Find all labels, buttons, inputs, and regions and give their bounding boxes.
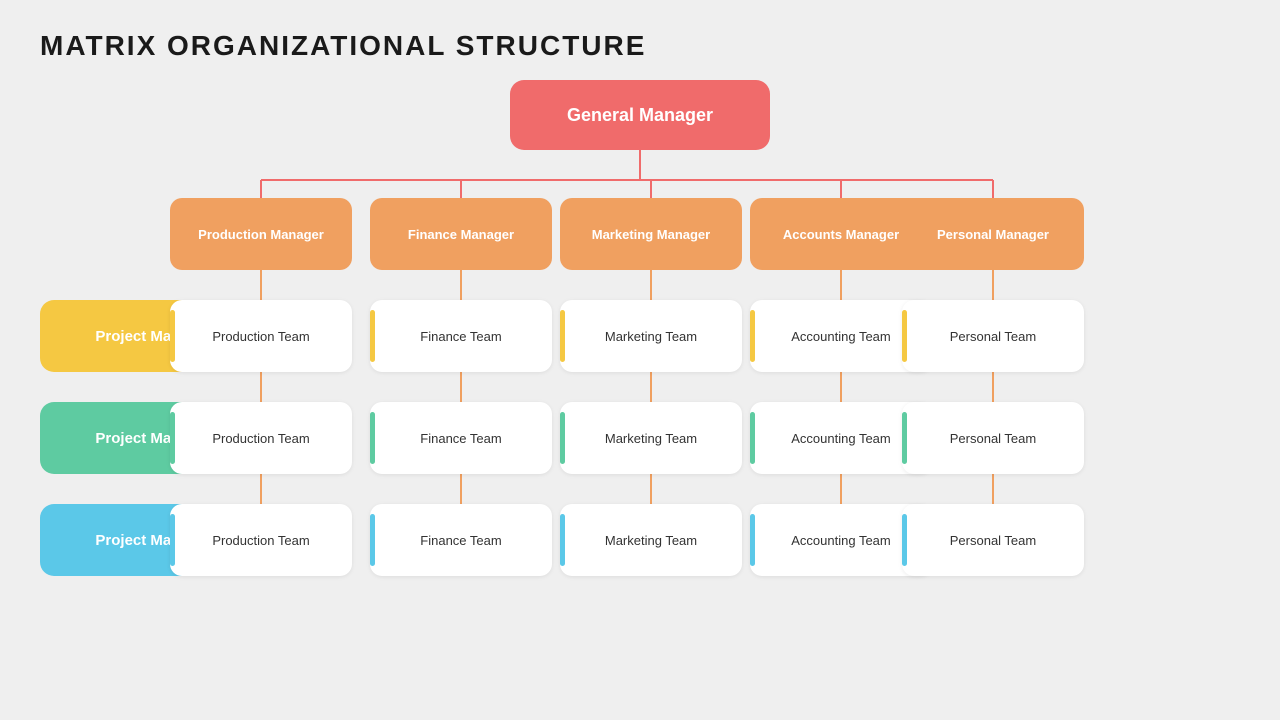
team-label-r2-marketing: Marketing Team xyxy=(605,431,697,446)
manager-label-personal: Personal Manager xyxy=(937,227,1049,242)
team-row1-personal: Personal Team xyxy=(902,300,1084,372)
team-label-r3-accounting: Accounting Team xyxy=(791,533,891,548)
team-label-r3-production: Production Team xyxy=(212,533,309,548)
manager-box-production: Production Manager xyxy=(170,198,352,270)
team-row3-finance: Finance Team xyxy=(370,504,552,576)
team-row1-finance: Finance Team xyxy=(370,300,552,372)
content-wrapper: MATRIX ORGANIZATIONAL STRUCTURE xyxy=(40,30,1240,640)
team-row1-marketing: Marketing Team xyxy=(560,300,742,372)
page: MATRIX ORGANIZATIONAL STRUCTURE xyxy=(0,0,1280,720)
team-row3-production: Production Team xyxy=(170,504,352,576)
team-label-r1-production: Production Team xyxy=(212,329,309,344)
team-label-r2-production: Production Team xyxy=(212,431,309,446)
team-label-r2-personal: Personal Team xyxy=(950,431,1036,446)
team-row3-personal: Personal Team xyxy=(902,504,1084,576)
team-label-r3-personal: Personal Team xyxy=(950,533,1036,548)
manager-label-marketing: Marketing Manager xyxy=(592,227,710,242)
team-label-r3-finance: Finance Team xyxy=(420,533,501,548)
team-row2-personal: Personal Team xyxy=(902,402,1084,474)
team-row2-production: Production Team xyxy=(170,402,352,474)
team-label-r2-accounting: Accounting Team xyxy=(791,431,891,446)
page-title: MATRIX ORGANIZATIONAL STRUCTURE xyxy=(40,30,1240,62)
team-label-r1-marketing: Marketing Team xyxy=(605,329,697,344)
general-manager-label: General Manager xyxy=(567,105,713,126)
team-label-r1-accounting: Accounting Team xyxy=(791,329,891,344)
team-row2-marketing: Marketing Team xyxy=(560,402,742,474)
team-label-r2-finance: Finance Team xyxy=(420,431,501,446)
manager-box-marketing: Marketing Manager xyxy=(560,198,742,270)
team-row3-marketing: Marketing Team xyxy=(560,504,742,576)
team-row2-finance: Finance Team xyxy=(370,402,552,474)
manager-label-finance: Finance Manager xyxy=(408,227,514,242)
team-row1-production: Production Team xyxy=(170,300,352,372)
team-label-r1-finance: Finance Team xyxy=(420,329,501,344)
team-label-r1-personal: Personal Team xyxy=(950,329,1036,344)
manager-box-finance: Finance Manager xyxy=(370,198,552,270)
chart-area: General Manager Production Manager Finan… xyxy=(40,80,1240,640)
general-manager-box: General Manager xyxy=(510,80,770,150)
manager-box-personal: Personal Manager xyxy=(902,198,1084,270)
manager-label-accounts: Accounts Manager xyxy=(783,227,899,242)
manager-label-production: Production Manager xyxy=(198,227,324,242)
team-label-r3-marketing: Marketing Team xyxy=(605,533,697,548)
